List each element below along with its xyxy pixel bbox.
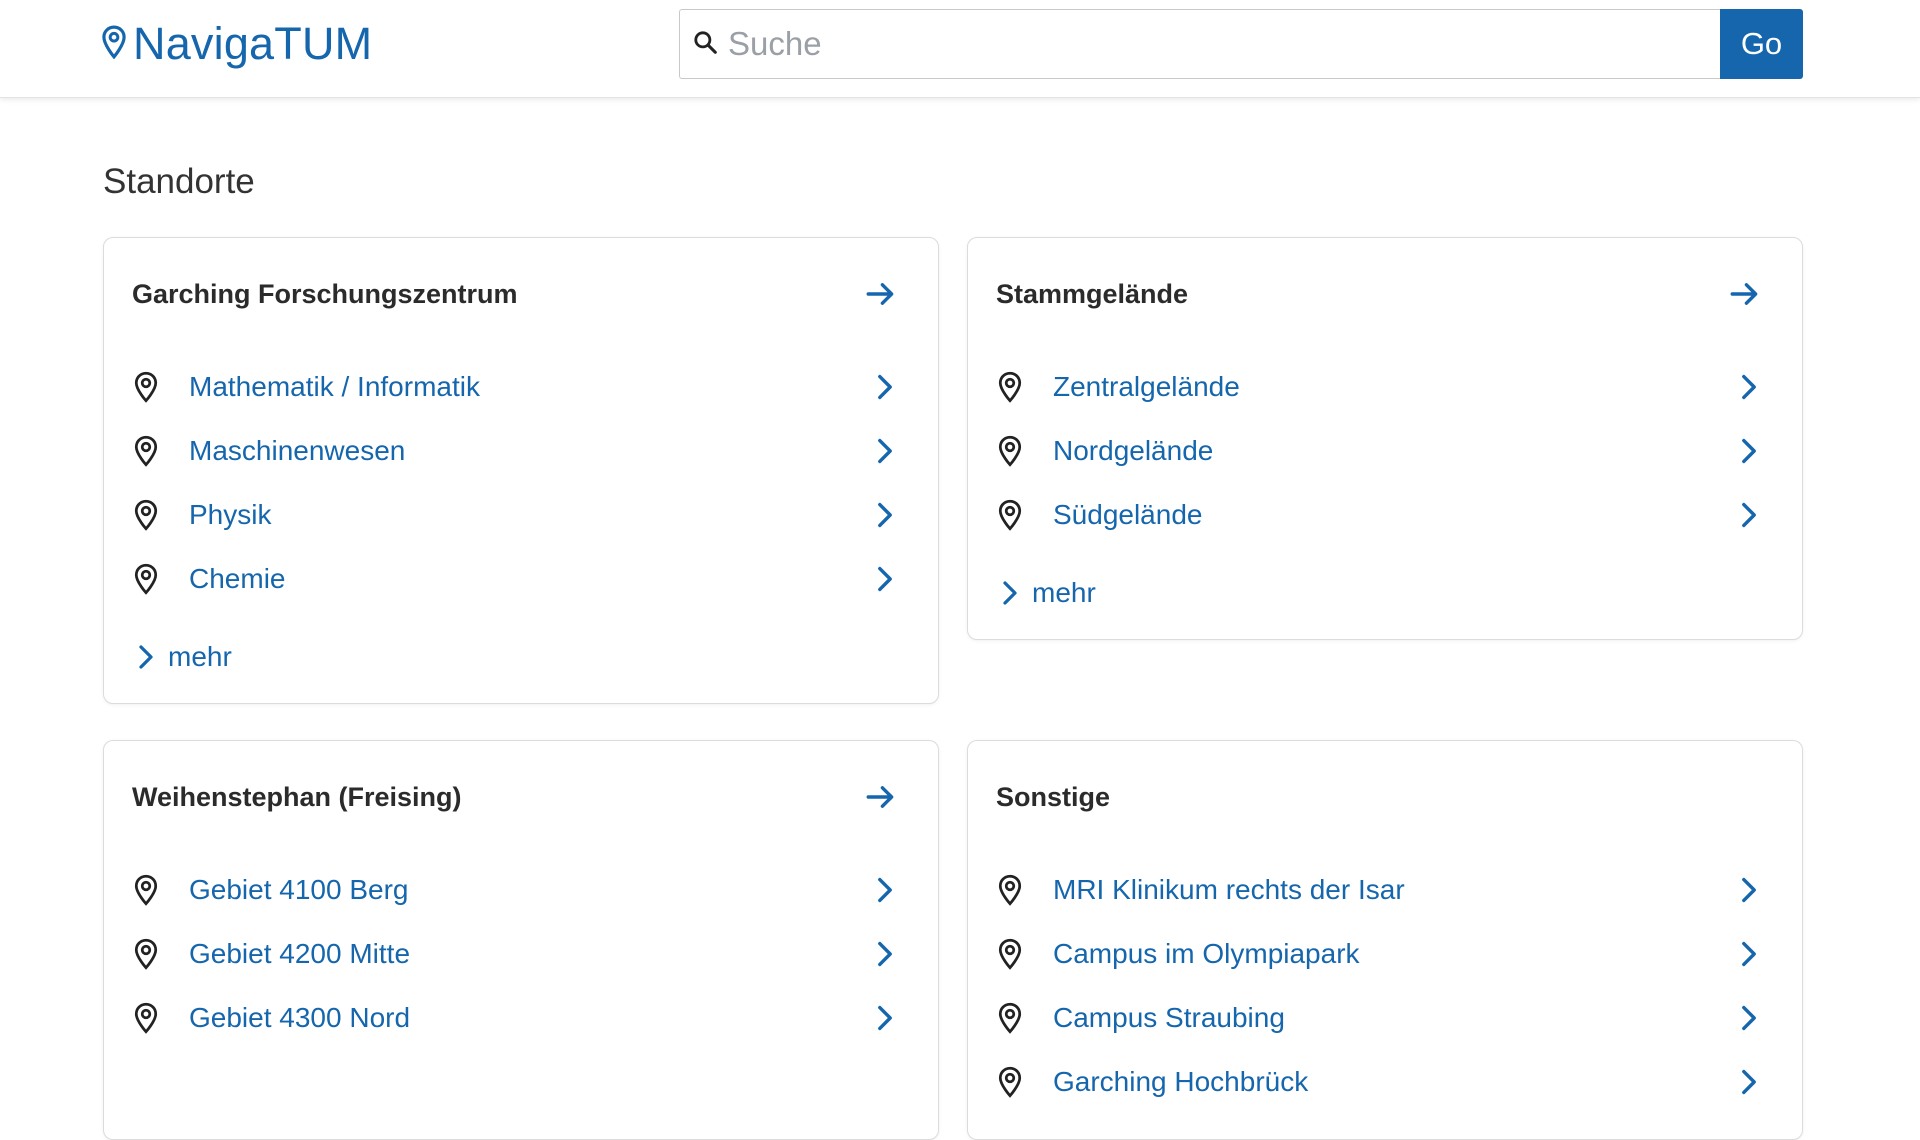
- map-pin-icon: [132, 1002, 162, 1034]
- arrow-right-icon[interactable]: [864, 277, 898, 311]
- location-label: Zentralgelände: [1053, 371, 1240, 402]
- location-label: Gebiet 4200 Mitte: [189, 938, 411, 969]
- card-header: Stammgelände: [996, 270, 1762, 318]
- map-pin-icon: [132, 563, 162, 595]
- map-pin-icon: [132, 938, 162, 970]
- logo-text: NavigaTUM: [133, 18, 373, 69]
- section-title: Standorte: [103, 162, 255, 201]
- map-pin-icon: [996, 435, 1026, 467]
- chevron-right-icon: [872, 1002, 898, 1034]
- card-title: Sonstige: [996, 781, 1111, 812]
- location-link[interactable]: Chemie: [132, 553, 898, 605]
- location-label: Campus im Olympiapark: [1053, 938, 1360, 969]
- location-label: Südgelände: [1053, 499, 1203, 530]
- location-label: Maschinenwesen: [189, 435, 406, 466]
- chevron-right-icon: [872, 874, 898, 906]
- location-label: Chemie: [189, 563, 286, 594]
- top-bar: NavigaTUM Go: [0, 0, 1920, 98]
- location-link[interactable]: Campus im Olympiapark: [996, 928, 1762, 980]
- chevron-right-icon: [1000, 578, 1020, 608]
- chevron-right-icon: [872, 563, 898, 595]
- chevron-right-icon: [1736, 1002, 1762, 1034]
- chevron-right-icon: [1736, 435, 1762, 467]
- arrow-right-icon[interactable]: [864, 780, 898, 814]
- chevron-right-icon: [1736, 1066, 1762, 1098]
- map-pin-icon: [996, 874, 1026, 906]
- search-bar: Go: [679, 9, 1803, 79]
- map-pin-icon: [996, 1002, 1026, 1034]
- map-pin-icon: [996, 371, 1026, 403]
- more-link[interactable]: mehr: [136, 637, 232, 677]
- map-pin-icon: [132, 874, 162, 906]
- search-icon: [680, 29, 728, 60]
- location-link[interactable]: Garching Hochbrück: [996, 1056, 1762, 1108]
- location-link[interactable]: Gebiet 4200 Mitte: [132, 928, 898, 980]
- location-link[interactable]: Gebiet 4300 Nord: [132, 992, 898, 1044]
- chevron-right-icon: [872, 435, 898, 467]
- location-card: Weihenstephan (Freising) Gebiet 4100 Berg…: [103, 740, 939, 1140]
- location-label: MRI Klinikum rechts der Isar: [1053, 874, 1405, 905]
- location-card: Garching Forschungszentrum Mathematik / I…: [103, 237, 939, 704]
- map-pin-icon: [996, 1066, 1026, 1098]
- arrow-right-icon[interactable]: [1728, 277, 1762, 311]
- chevron-right-icon: [872, 371, 898, 403]
- go-button[interactable]: Go: [1720, 9, 1803, 79]
- location-link[interactable]: Physik: [132, 489, 898, 541]
- card-title: Weihenstephan (Freising): [132, 781, 462, 812]
- chevron-right-icon: [872, 499, 898, 531]
- chevron-right-icon: [1736, 499, 1762, 531]
- chevron-right-icon: [1736, 938, 1762, 970]
- location-link[interactable]: Zentralgelände: [996, 361, 1762, 413]
- location-link[interactable]: Maschinenwesen: [132, 425, 898, 477]
- location-link[interactable]: Campus Straubing: [996, 992, 1762, 1044]
- card-header: Sonstige: [996, 773, 1762, 821]
- card-title: Stammgelände: [996, 278, 1189, 309]
- location-label: Mathematik / Informatik: [189, 371, 480, 402]
- card-title: Garching Forschungszentrum: [132, 278, 518, 309]
- map-pin-icon: [996, 499, 1026, 531]
- location-label: Garching Hochbrück: [1053, 1066, 1309, 1097]
- location-link[interactable]: Nordgelände: [996, 425, 1762, 477]
- location-label: Campus Straubing: [1053, 1002, 1285, 1033]
- location-link[interactable]: Mathematik / Informatik: [132, 361, 898, 413]
- location-link[interactable]: Gebiet 4100 Berg: [132, 864, 898, 916]
- more-link[interactable]: mehr: [1000, 573, 1096, 613]
- search-input[interactable]: [728, 25, 1720, 63]
- logo-link[interactable]: NavigaTUM: [101, 18, 373, 70]
- location-label: Nordgelände: [1053, 435, 1214, 466]
- location-label: Gebiet 4100 Berg: [189, 874, 409, 905]
- chevron-right-icon: [872, 938, 898, 970]
- chevron-right-icon: [1736, 371, 1762, 403]
- location-link[interactable]: Südgelände: [996, 489, 1762, 541]
- location-link[interactable]: MRI Klinikum rechts der Isar: [996, 864, 1762, 916]
- more-label: mehr: [168, 641, 232, 672]
- map-pin-icon: [996, 938, 1026, 970]
- map-pin-icon: [132, 435, 162, 467]
- card-header: Weihenstephan (Freising): [132, 773, 898, 821]
- card-header: Garching Forschungszentrum: [132, 270, 898, 318]
- more-label: mehr: [1032, 577, 1096, 608]
- chevron-right-icon: [1736, 874, 1762, 906]
- location-card: Sonstige MRI Klinikum rechts der Isar Camp…: [967, 740, 1803, 1140]
- search-box: [679, 9, 1720, 79]
- chevron-right-icon: [136, 642, 156, 672]
- location-card: Stammgelände Zentralgelände Nordgelände Süd…: [967, 237, 1803, 640]
- location-label: Physik: [189, 499, 272, 530]
- map-pin-icon: [132, 371, 162, 403]
- map-pin-icon: [132, 499, 162, 531]
- map-pin-icon: [101, 18, 127, 70]
- location-label: Gebiet 4300 Nord: [189, 1002, 411, 1033]
